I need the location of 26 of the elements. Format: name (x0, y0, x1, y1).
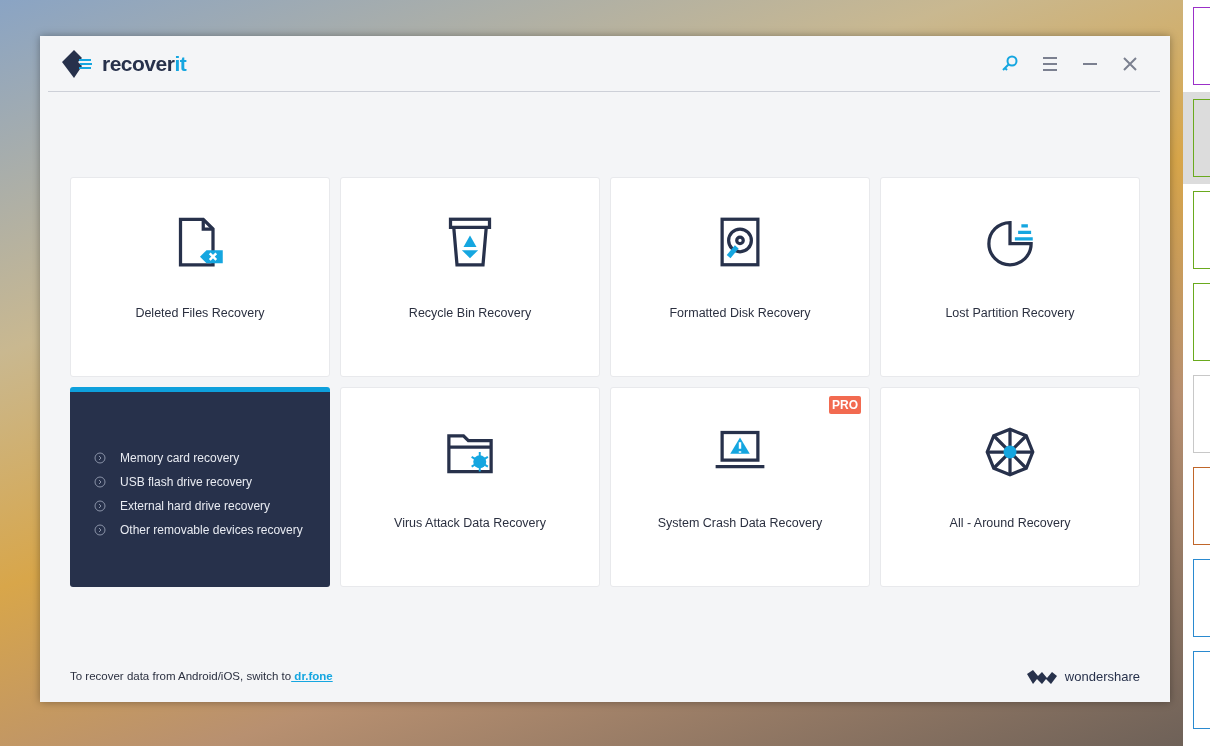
recovery-option-card[interactable]: PRO System Crash Data Recovery (610, 387, 870, 587)
network-wheel-icon (984, 426, 1036, 478)
brand-name: wondershare (1064, 668, 1140, 687)
key-icon (1001, 54, 1019, 73)
pro-tag: PRO (829, 396, 861, 414)
close-icon (1121, 54, 1139, 73)
brand-logo-icon (1026, 670, 1057, 684)
chevron-circle-icon (94, 523, 106, 536)
device-option-link[interactable]: Other removable devices recovery (120, 520, 303, 539)
footer-note: To recover data from Android/iOS, switch to dr.fone (70, 669, 333, 685)
recovery-option-card[interactable]: Formatted Disk Recovery (610, 177, 870, 377)
menu-icon (1041, 54, 1059, 73)
logo-icon (60, 47, 94, 80)
minimize-icon (1083, 62, 1097, 65)
recovery-option-card[interactable]: All - Around Recovery (880, 387, 1140, 587)
app-logo-wordmark: recoverit (102, 50, 187, 77)
device-option-link[interactable]: External hard drive recovery (120, 496, 271, 515)
recovery-option-card[interactable]: Virus Attack Data Recovery (340, 387, 600, 587)
device-option-link[interactable]: Memory card recovery (120, 448, 240, 467)
recovery-option-card[interactable]: Deleted Files Recovery (70, 177, 330, 377)
chevron-circle-icon (94, 475, 106, 488)
recovery-option-card[interactable]: Recycle Bin Recovery (340, 177, 600, 377)
recovery-option-card[interactable]: Lost Partition Recovery (880, 177, 1140, 377)
chevron-circle-icon (94, 451, 106, 464)
chevron-circle-icon (94, 499, 106, 512)
device-option-link[interactable]: USB flash drive recovery (120, 472, 253, 491)
